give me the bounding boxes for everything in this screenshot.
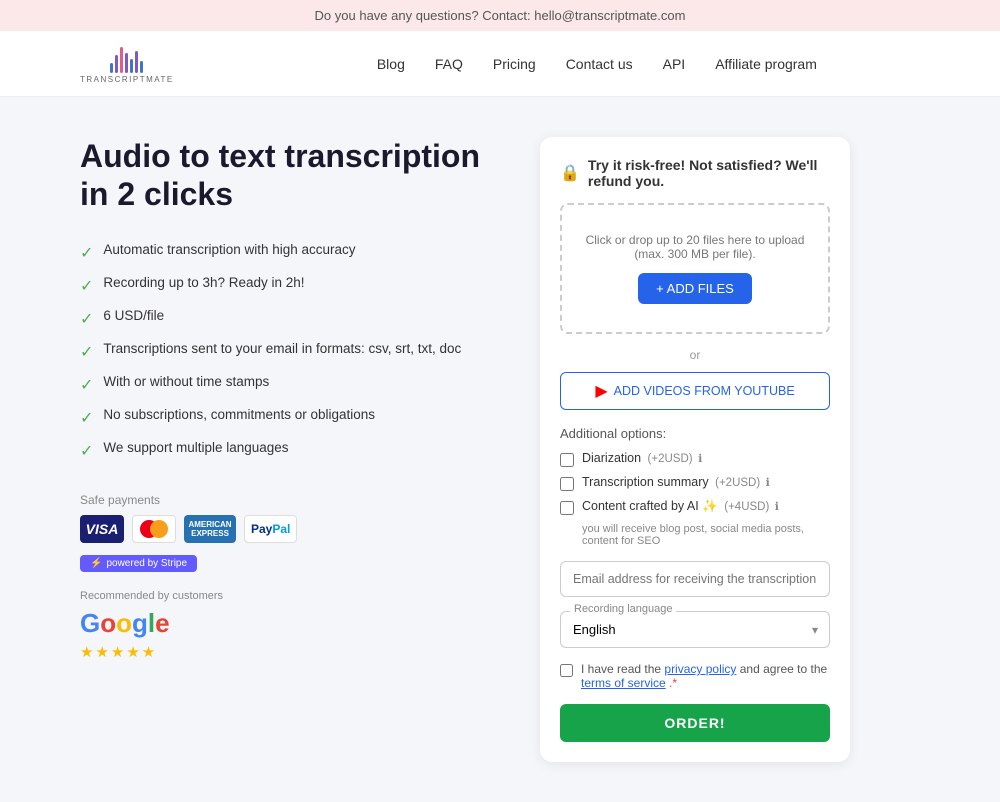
language-label: Recording language: [570, 603, 676, 615]
upload-zone-text: Click or drop up to 20 files here to upl…: [578, 233, 812, 261]
features-list: ✓ Automatic transcription with high accu…: [80, 242, 500, 461]
stripe-label: powered by Stripe: [106, 558, 187, 569]
nav-api[interactable]: API: [663, 56, 686, 72]
feature-text: 6 USD/file: [103, 308, 164, 323]
list-item: ✓ 6 USD/file: [80, 308, 500, 329]
or-divider: or: [560, 348, 830, 362]
upload-zone[interactable]: Click or drop up to 20 files here to upl…: [560, 203, 830, 334]
check-icon: ✓: [80, 243, 93, 263]
additional-options-label: Additional options:: [560, 426, 830, 441]
diarization-option: Diarization (+2USD) ℹ: [560, 451, 830, 467]
visa-icon: VISA: [80, 515, 124, 543]
security-text: Try it risk-free! Not satisfied? We'll r…: [588, 157, 830, 189]
feature-text: We support multiple languages: [103, 440, 288, 455]
upload-card: 🔒 Try it risk-free! Not satisfied? We'll…: [540, 137, 850, 762]
stripe-badge: ⚡ powered by Stripe: [80, 555, 197, 572]
check-icon: ✓: [80, 276, 93, 296]
diarization-checkbox[interactable]: [560, 453, 574, 467]
logo: TRANSCRIPTMATE: [80, 43, 174, 84]
language-select[interactable]: English Spanish French German Polish Por…: [560, 611, 830, 648]
list-item: ✓ Automatic transcription with high accu…: [80, 242, 500, 263]
left-panel: Audio to text transcription in 2 clicks …: [80, 137, 500, 762]
diarization-label: Diarization (+2USD) ℹ: [582, 451, 702, 465]
privacy-policy-link[interactable]: privacy policy: [664, 662, 736, 676]
terms-text: I have read the privacy policy and agree…: [581, 662, 830, 690]
content-label: Content crafted by AI ✨ (+4USD) ℹ: [582, 499, 779, 514]
payment-icons: VISA AMERICAN EXPRESS PayPal: [80, 515, 500, 543]
nav-pricing[interactable]: Pricing: [493, 56, 536, 72]
google-logo: Google: [80, 608, 500, 639]
card-header: 🔒 Try it risk-free! Not satisfied? We'll…: [560, 157, 830, 189]
summary-label: Transcription summary (+2USD) ℹ: [582, 475, 770, 489]
feature-text: With or without time stamps: [103, 374, 269, 389]
mastercard-icon: [132, 515, 176, 543]
nav-blog[interactable]: Blog: [377, 56, 405, 72]
order-button[interactable]: ORDER!: [560, 704, 830, 742]
lock-icon: 🔒: [560, 163, 580, 183]
content-option: Content crafted by AI ✨ (+4USD) ℹ you wi…: [560, 499, 830, 547]
terms-row: I have read the privacy policy and agree…: [560, 662, 830, 690]
terms-required-star: .*: [669, 676, 677, 690]
amex-icon: AMERICAN EXPRESS: [184, 515, 236, 543]
check-icon: ✓: [80, 309, 93, 329]
terms-checkbox[interactable]: [560, 664, 573, 677]
add-youtube-button[interactable]: ▶ ADD VIDEOS FROM YOUTUBE: [560, 372, 830, 410]
top-banner: Do you have any questions? Contact: hell…: [0, 0, 1000, 31]
right-panel: 🔒 Try it risk-free! Not satisfied? We'll…: [540, 137, 850, 762]
logo-icon: [110, 43, 143, 73]
check-icon: ✓: [80, 342, 93, 362]
terms-of-service-link[interactable]: terms of service: [581, 676, 666, 690]
yt-btn-label: ADD VIDEOS FROM YOUTUBE: [614, 384, 795, 398]
feature-text: Recording up to 3h? Ready in 2h!: [103, 275, 304, 290]
list-item: ✓ With or without time stamps: [80, 374, 500, 395]
content-sub-text: you will receive blog post, social media…: [582, 523, 830, 547]
diarization-info-icon: ℹ: [698, 453, 702, 465]
nav-contact[interactable]: Contact us: [566, 56, 633, 72]
content-info-icon: ℹ: [775, 501, 779, 513]
nav-affiliate[interactable]: Affiliate program: [715, 56, 817, 72]
list-item: ✓ We support multiple languages: [80, 440, 500, 461]
banner-text: Do you have any questions? Contact: hell…: [315, 8, 686, 23]
google-stars: ★★★★★: [80, 643, 500, 661]
list-item: ✓ Recording up to 3h? Ready in 2h!: [80, 275, 500, 296]
nav-faq[interactable]: FAQ: [435, 56, 463, 72]
header: TRANSCRIPTMATE Blog FAQ Pricing Contact …: [0, 31, 1000, 97]
check-icon: ✓: [80, 375, 93, 395]
youtube-icon: ▶: [595, 381, 607, 401]
summary-info-icon: ℹ: [766, 477, 770, 489]
safe-payments-label: Safe payments: [80, 493, 500, 507]
language-select-wrap: Recording language English Spanish Frenc…: [560, 611, 830, 648]
check-icon: ✓: [80, 408, 93, 428]
summary-checkbox[interactable]: [560, 477, 574, 491]
list-item: ✓ Transcriptions sent to your email in f…: [80, 341, 500, 362]
main-nav: Blog FAQ Pricing Contact us API Affiliat…: [274, 56, 920, 72]
stripe-icon: ⚡: [90, 558, 102, 569]
main-content: Audio to text transcription in 2 clicks …: [0, 97, 1000, 802]
paypal-icon: PayPal: [244, 515, 297, 543]
email-input-wrap: [560, 561, 830, 597]
google-section: Recommended by customers Google ★★★★★: [80, 590, 500, 661]
add-files-button[interactable]: + ADD FILES: [638, 273, 752, 304]
check-icon: ✓: [80, 441, 93, 461]
additional-options: Additional options: Diarization (+2USD) …: [560, 426, 830, 547]
content-checkbox[interactable]: [560, 501, 574, 515]
list-item: ✓ No subscriptions, commitments or oblig…: [80, 407, 500, 428]
safe-payments: Safe payments VISA AMERICAN EXPRESS PayP…: [80, 493, 500, 572]
email-input[interactable]: [560, 561, 830, 597]
hero-title: Audio to text transcription in 2 clicks: [80, 137, 500, 214]
recommended-text: Recommended by customers: [80, 590, 500, 602]
feature-text: No subscriptions, commitments or obligat…: [103, 407, 375, 422]
logo-text: TRANSCRIPTMATE: [80, 75, 174, 84]
summary-option: Transcription summary (+2USD) ℹ: [560, 475, 830, 491]
feature-text: Automatic transcription with high accura…: [103, 242, 355, 257]
feature-text: Transcriptions sent to your email in for…: [103, 341, 461, 356]
